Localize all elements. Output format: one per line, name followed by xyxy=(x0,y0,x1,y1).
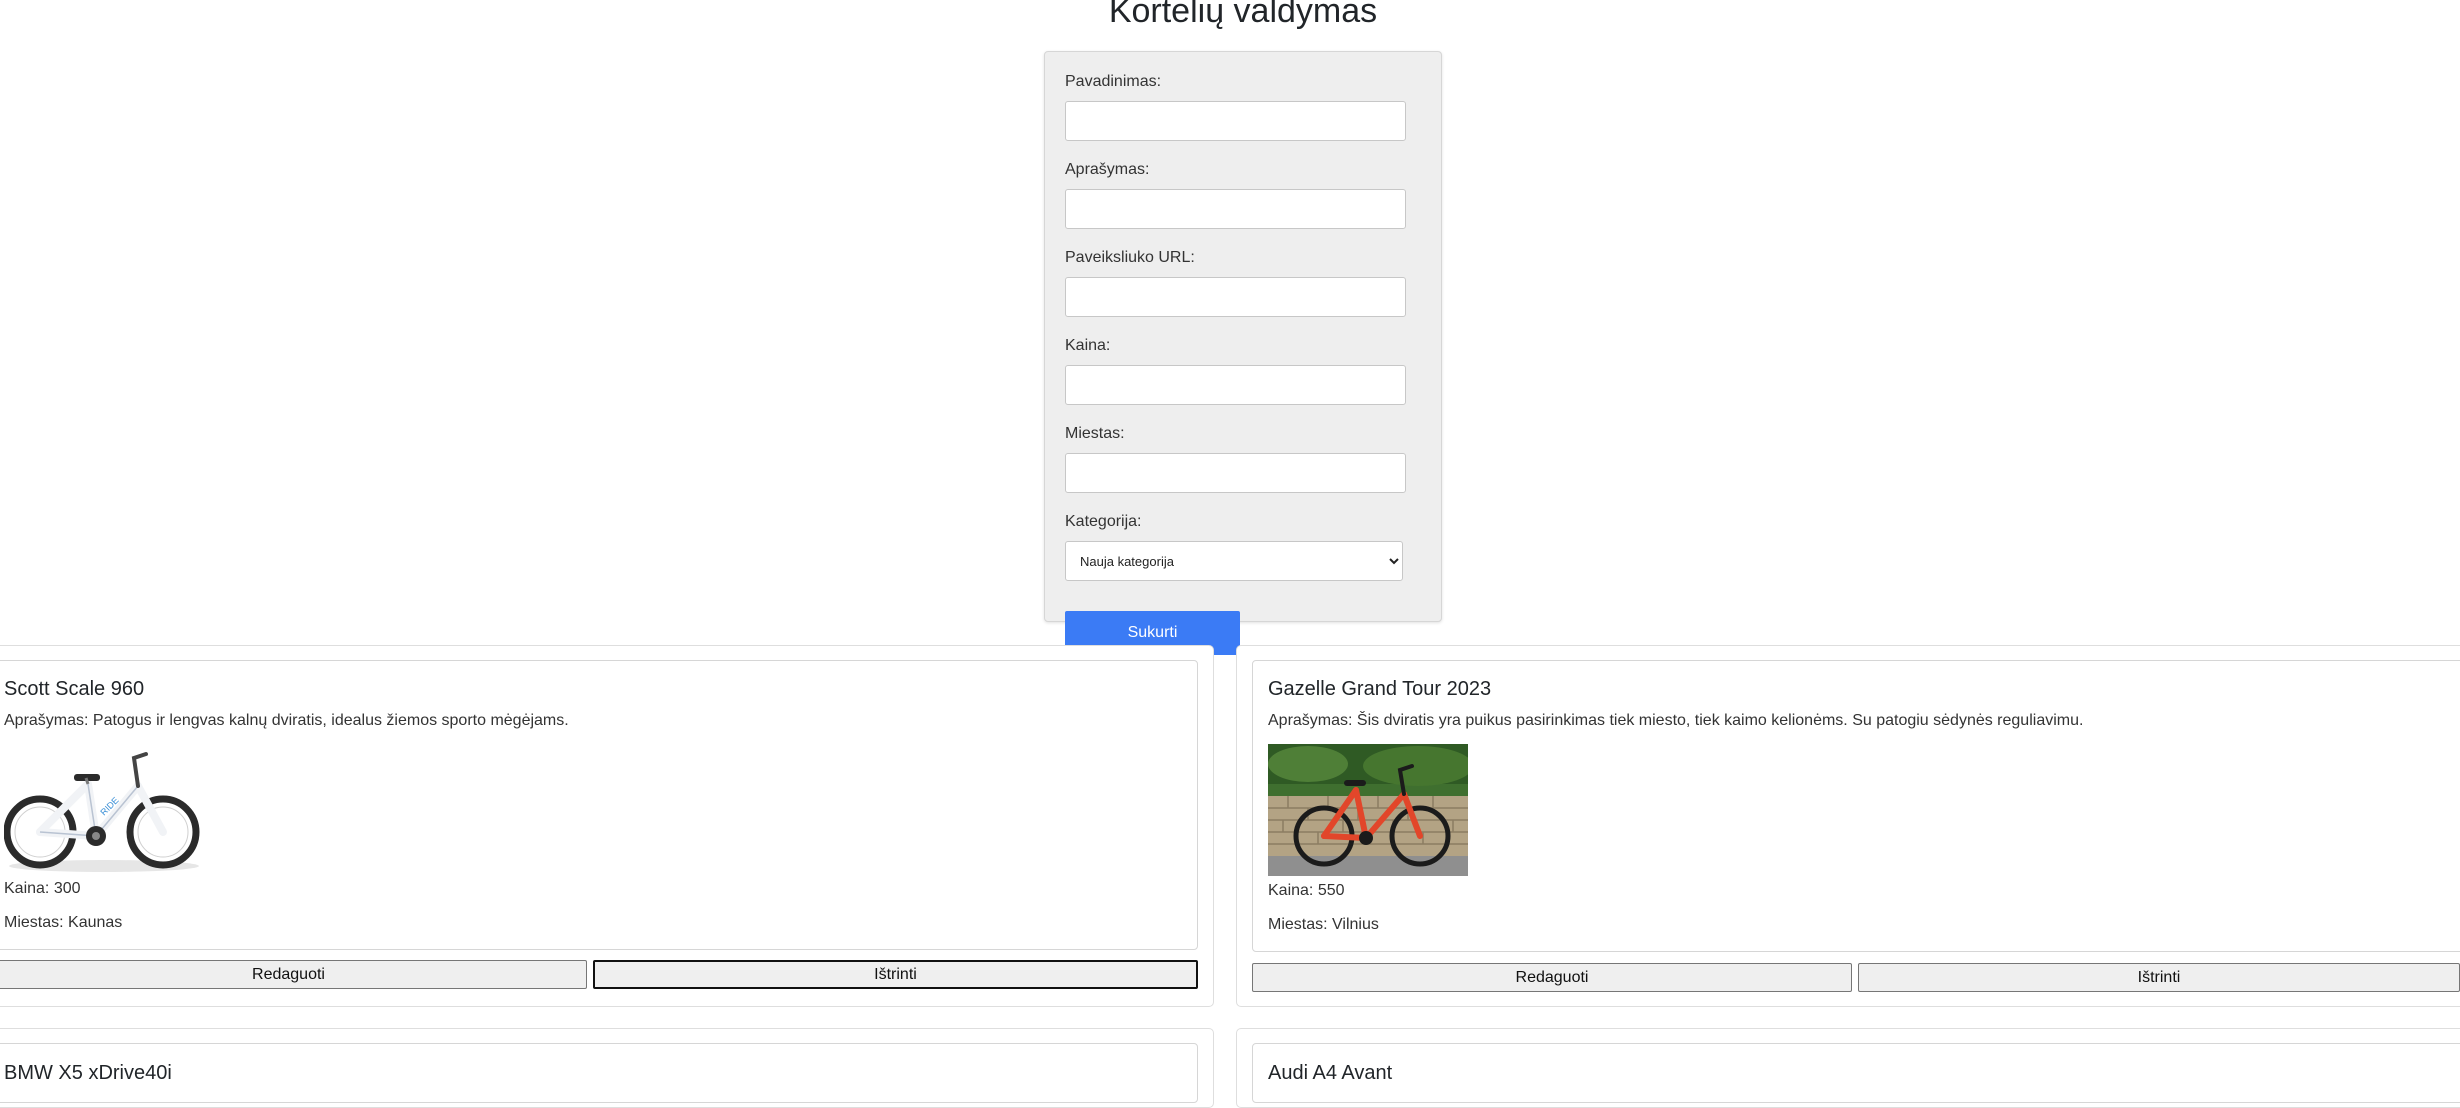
card xyxy=(1252,1043,2460,1103)
page-title: Kortelių valdymas xyxy=(1108,0,1378,30)
image-url-input[interactable] xyxy=(1065,277,1406,317)
card-city: Miestas: Vilnius xyxy=(1268,916,1379,933)
category-label: Kategorija: xyxy=(1065,513,1142,530)
card-image: RIDE xyxy=(4,744,204,874)
city-label: Miestas: xyxy=(1065,425,1125,442)
card-image xyxy=(1268,744,1468,876)
delete-button[interactable]: Ištrinti xyxy=(1858,963,2460,992)
white-kids-bicycle-photo: RIDE xyxy=(4,744,204,874)
card-description: Aprašymas: Šis dviratis yra puikus pasir… xyxy=(1268,712,2084,729)
city-input[interactable] xyxy=(1065,453,1406,493)
description-input[interactable] xyxy=(1065,189,1406,229)
edit-button[interactable]: Redaguoti xyxy=(0,960,587,989)
price-input[interactable] xyxy=(1065,365,1406,405)
category-select[interactable]: Nauja kategorija xyxy=(1065,541,1403,581)
card-price: Kaina: 300 xyxy=(4,880,81,897)
card-city: Miestas: Kaunas xyxy=(4,914,123,931)
card-title: Audi A4 Avant xyxy=(1268,1062,1393,1084)
price-label: Kaina: xyxy=(1065,337,1111,354)
card-title: BMW X5 xDrive40i xyxy=(4,1062,172,1084)
red-bicycle-photo xyxy=(1268,744,1468,876)
card-form: Pavadinimas: Aprašymas: Paveiksliuko URL… xyxy=(1044,51,1442,655)
card-title: Gazelle Grand Tour 2023 xyxy=(1268,678,1492,700)
card xyxy=(0,1043,1198,1103)
card-title: Scott Scale 960 xyxy=(4,678,145,700)
edit-button[interactable]: Redaguoti xyxy=(1252,963,1852,992)
delete-button[interactable]: Ištrinti xyxy=(593,960,1198,989)
card-description: Aprašymas: Patogus ir lengvas kalnų dvir… xyxy=(4,712,569,729)
card-price: Kaina: 550 xyxy=(1268,882,1345,899)
description-label: Aprašymas: xyxy=(1065,161,1150,178)
image-url-label: Paveiksliuko URL: xyxy=(1065,249,1195,266)
name-input[interactable] xyxy=(1065,101,1406,141)
name-label: Pavadinimas: xyxy=(1065,73,1162,90)
